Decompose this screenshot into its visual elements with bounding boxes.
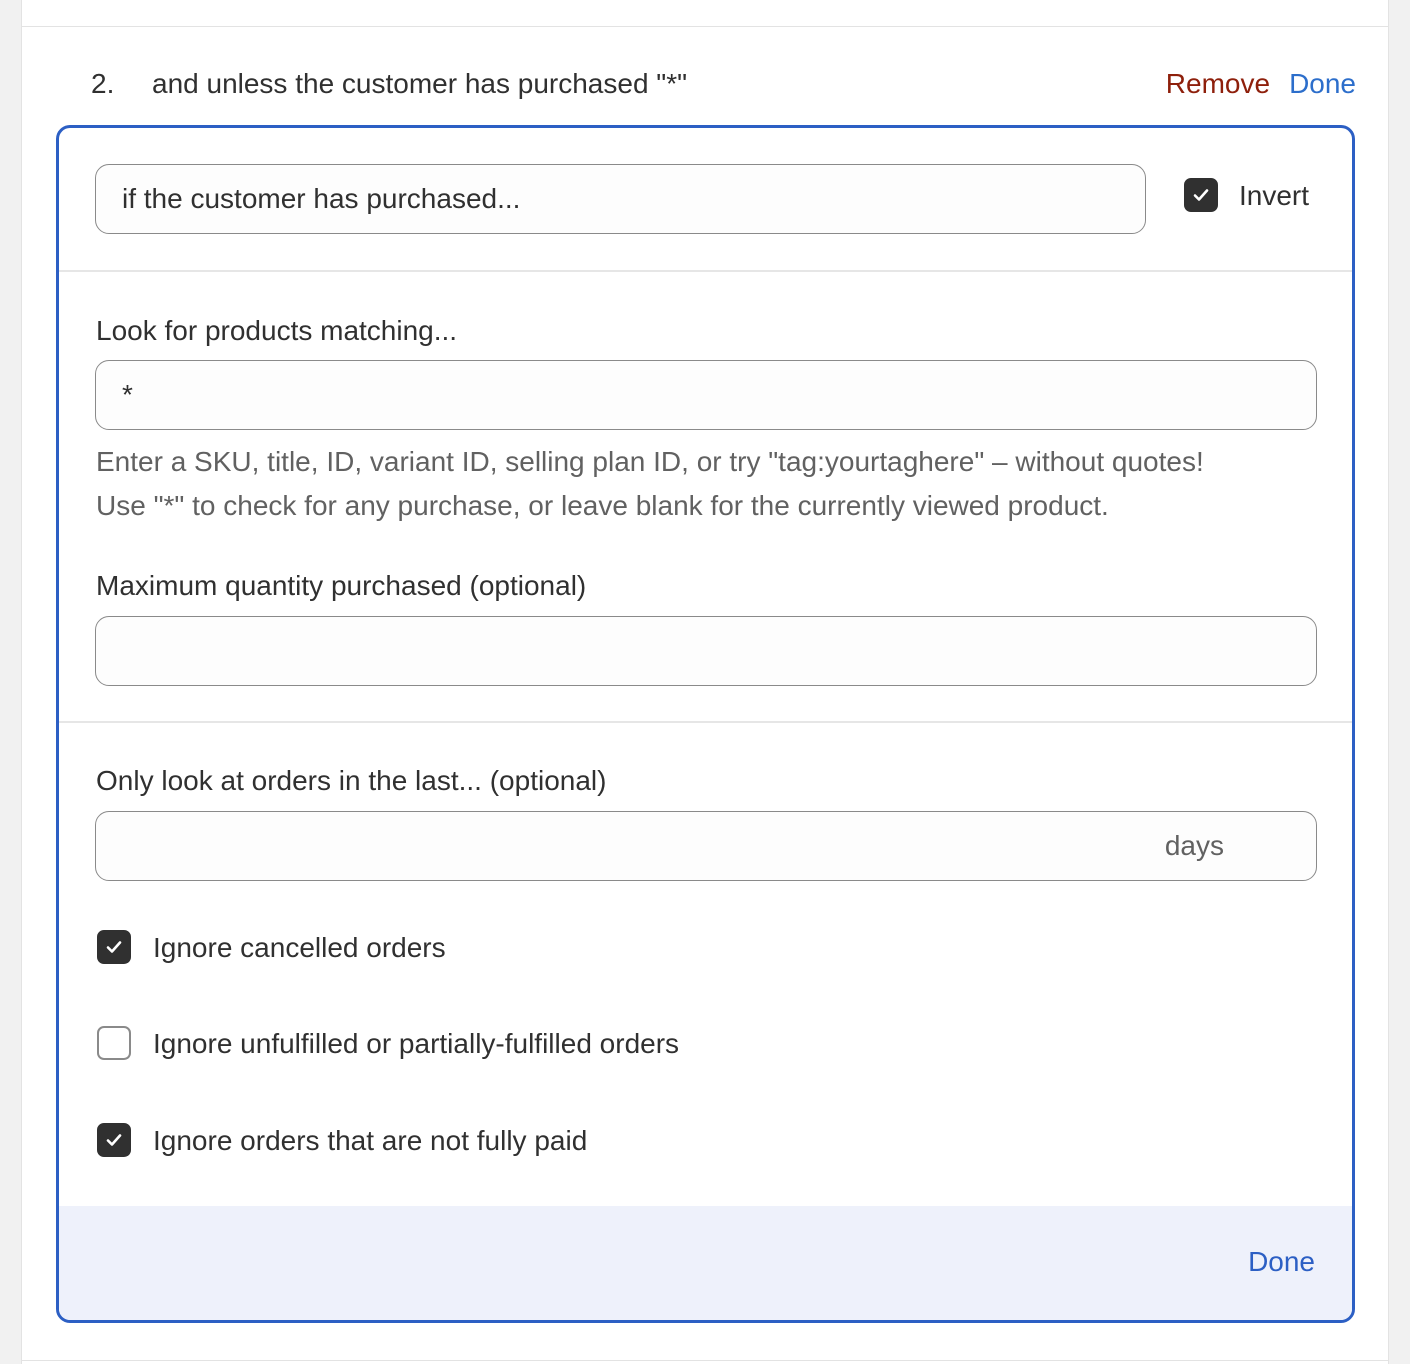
top-divider: [22, 26, 1388, 27]
lookback-input[interactable]: days: [95, 811, 1317, 881]
products-label: Look for products matching...: [96, 315, 458, 346]
products-help: Enter a SKU, title, ID, variant ID, sell…: [96, 440, 1204, 528]
rule-title: and unless the customer has purchased "*…: [152, 68, 688, 99]
ignore-unfulfilled-label: Ignore unfulfilled or partially-fulfille…: [153, 1028, 680, 1059]
section-divider: [59, 721, 1352, 723]
checkmark-icon: [1193, 189, 1209, 201]
condition-type-value: if the customer has purchased...: [122, 183, 521, 214]
page: 2. and unless the customer has purchased…: [0, 0, 1410, 1364]
invert-checkbox[interactable]: [1184, 178, 1218, 212]
checkmark-icon: [106, 941, 122, 953]
ignore-unpaid-label: Ignore orders that are not fully paid: [153, 1125, 588, 1156]
condition-type-field[interactable]: if the customer has purchased...: [95, 164, 1146, 234]
products-input[interactable]: *: [95, 360, 1317, 430]
products-help-line-2: Use "*" to check for any purchase, or le…: [96, 490, 1109, 521]
invert-label: Invert: [1239, 180, 1310, 211]
max-quantity-label: Maximum quantity purchased (optional): [96, 570, 587, 601]
footer-done-button[interactable]: Done: [1248, 1246, 1315, 1278]
rules-card: 2. and unless the customer has purchased…: [21, 0, 1389, 1364]
editor-footer: Done: [59, 1206, 1352, 1320]
lookback-label: Only look at orders in the last... (opti…: [96, 765, 607, 796]
max-quantity-input[interactable]: [95, 616, 1317, 686]
rule-editor: if the customer has purchased... Invert …: [56, 125, 1355, 1323]
checkmark-icon: [106, 1134, 122, 1146]
rule-number: 2.: [91, 68, 115, 99]
rule-header: 2. and unless the customer has purchased…: [91, 62, 1356, 106]
ignore-unpaid-checkbox[interactable]: [97, 1123, 131, 1157]
bottom-divider: [22, 1360, 1388, 1361]
ignore-cancelled-checkbox[interactable]: [97, 930, 131, 964]
products-help-line-1: Enter a SKU, title, ID, variant ID, sell…: [96, 446, 1204, 477]
header-done-button[interactable]: Done: [1289, 68, 1356, 100]
days-suffix: days: [1164, 830, 1224, 861]
ignore-unfulfilled-checkbox[interactable]: [97, 1026, 131, 1060]
ignore-cancelled-label: Ignore cancelled orders: [153, 932, 446, 963]
section-divider: [59, 270, 1352, 272]
products-value: *: [122, 379, 133, 410]
remove-button[interactable]: Remove: [1166, 68, 1270, 100]
